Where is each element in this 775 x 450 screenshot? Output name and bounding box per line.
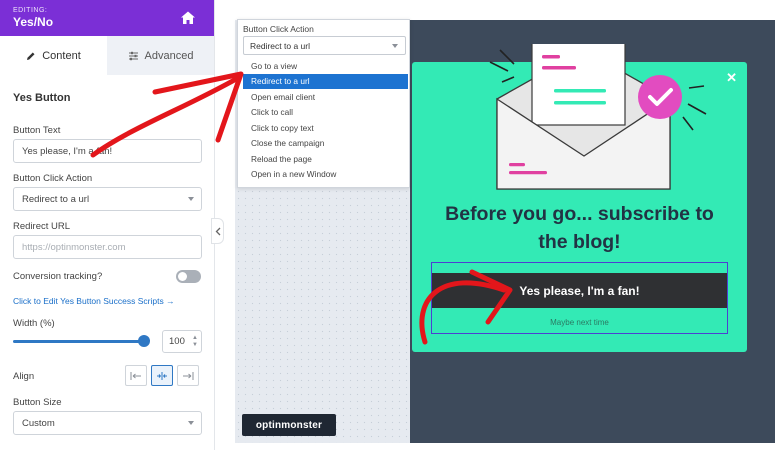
editing-label: EDITING: <box>13 7 48 14</box>
sliders-icon <box>128 51 138 60</box>
redirect-url-label: Redirect URL <box>13 221 71 232</box>
popup-headline-line2: the blog! <box>538 231 621 253</box>
align-right-icon <box>183 371 194 380</box>
editing-title: Yes/No <box>13 15 54 29</box>
yes-cta-button[interactable]: Yes please, I'm a fan! <box>432 273 727 308</box>
editor-sidebar: EDITING: Yes/No Content Advanced Yes But… <box>0 0 215 450</box>
edit-success-scripts-link[interactable]: Click to Edit Yes Button Success Scripts… <box>13 296 175 306</box>
dropdown-option[interactable]: Go to a view <box>243 58 408 74</box>
dropdown-label: Button Click Action <box>243 24 314 34</box>
button-click-action-value: Redirect to a url <box>22 193 90 205</box>
tab-content[interactable]: Content <box>0 36 107 75</box>
align-label: Align <box>13 371 35 382</box>
redirect-url-input[interactable]: https://optinmonster.com <box>13 235 202 259</box>
stepper-icon[interactable]: ▲ ▼ <box>192 335 198 349</box>
chevron-down-icon <box>188 421 194 425</box>
align-center-button[interactable] <box>151 365 173 386</box>
pencil-icon <box>27 52 35 60</box>
close-icon[interactable]: ✕ <box>726 70 737 86</box>
dropdown-option[interactable]: Click to call <box>243 105 408 121</box>
dropdown-option[interactable]: Click to copy text <box>243 120 408 136</box>
section-title: Yes Button <box>13 92 71 104</box>
align-center-icon <box>157 371 167 380</box>
chevron-left-icon <box>215 227 220 235</box>
align-right-button[interactable] <box>177 365 199 386</box>
width-number-input[interactable]: 100 ▲ ▼ <box>162 330 202 353</box>
dropdown-option-selected[interactable]: Redirect to a url <box>243 73 408 89</box>
conversion-tracking-label: Conversion tracking? <box>13 271 103 282</box>
width-value: 100 <box>169 336 185 347</box>
collapse-sidebar-button[interactable] <box>211 218 224 244</box>
tab-content-label: Content <box>42 49 81 62</box>
button-click-action-select[interactable]: Redirect to a url <box>13 187 202 211</box>
dropdown-option[interactable]: Reload the page <box>243 151 408 167</box>
optinmonster-logo: optinmonster <box>242 414 336 436</box>
dropdown-option[interactable]: Open in a new Window <box>243 167 408 183</box>
chevron-down-icon <box>392 44 398 48</box>
tab-advanced[interactable]: Advanced <box>107 36 214 75</box>
dropdown-options: Go to a view Redirect to a url Open emai… <box>243 58 408 182</box>
popup-headline-line1: Before you go... subscribe to <box>445 203 714 225</box>
width-slider-thumb[interactable] <box>138 335 150 347</box>
button-click-action-label: Button Click Action <box>13 173 93 184</box>
button-text-label: Button Text <box>13 125 61 136</box>
dropdown-value: Redirect to a url <box>250 40 310 51</box>
no-thanks-link[interactable]: Maybe next time <box>412 318 747 327</box>
width-slider-track[interactable] <box>13 340 146 343</box>
popup-preview: ✕ Before you go... subscribe to the blog… <box>412 44 747 352</box>
conversion-tracking-toggle[interactable] <box>176 270 201 283</box>
click-action-dropdown-panel: Button Click Action Redirect to a url Go… <box>237 19 410 188</box>
button-size-value: Custom <box>22 417 55 429</box>
button-size-select[interactable]: Custom <box>13 411 202 435</box>
dropdown-option[interactable]: Close the campaign <box>243 136 408 152</box>
home-icon[interactable] <box>180 10 196 26</box>
popup-headline: Before you go... subscribe to the blog! <box>412 200 747 256</box>
editor-tabs: Content Advanced <box>0 36 214 75</box>
dropdown-select[interactable]: Redirect to a url <box>243 36 406 55</box>
button-text-input[interactable]: Yes please, I'm a fan! <box>13 139 202 163</box>
envelope-icon <box>489 44 707 190</box>
align-buttons <box>125 365 199 386</box>
width-label: Width (%) <box>13 318 55 329</box>
dropdown-option[interactable]: Open email client <box>243 89 408 105</box>
chevron-down-icon <box>188 197 194 201</box>
align-left-icon <box>130 371 141 380</box>
button-size-label: Button Size <box>13 397 62 408</box>
tab-advanced-label: Advanced <box>144 49 194 62</box>
align-left-button[interactable] <box>125 365 147 386</box>
editing-header: EDITING: Yes/No <box>0 0 214 36</box>
